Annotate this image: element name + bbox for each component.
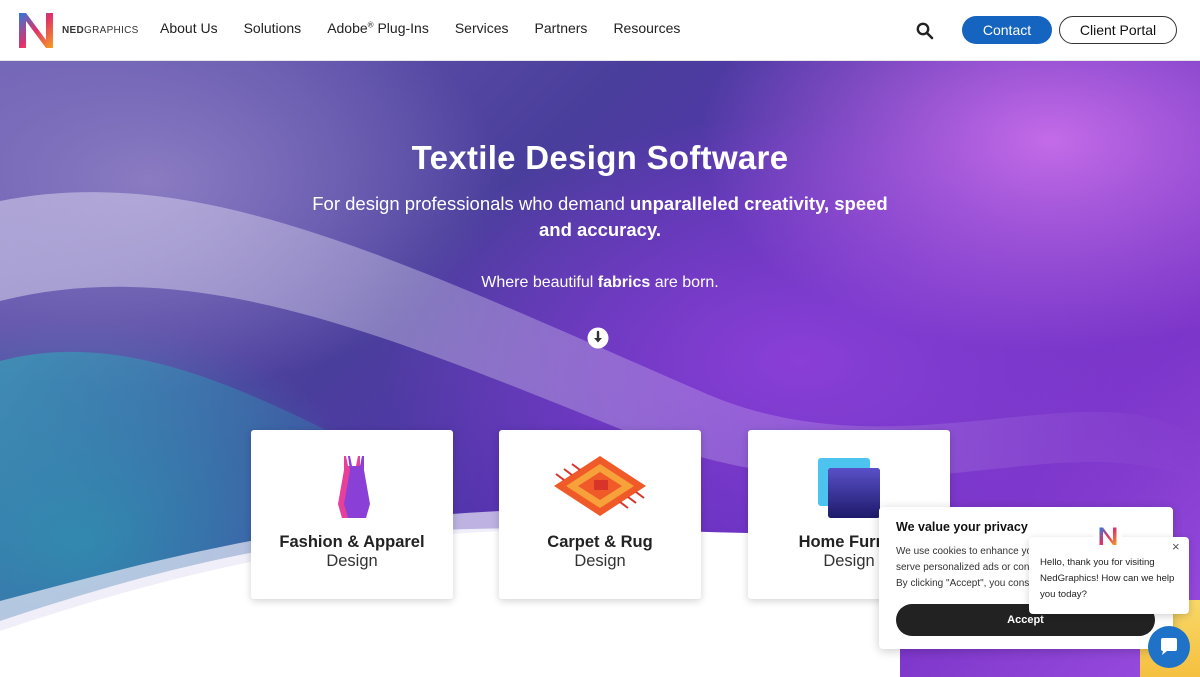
logo-mark-icon	[1099, 527, 1117, 545]
nav-adobe-plugins[interactable]: Adobe® Plug-Ins	[327, 20, 429, 36]
chat-message: Hello, thank you for visiting NedGraphic…	[1040, 557, 1175, 600]
card-subtitle: Design	[326, 552, 378, 570]
dress-icon	[338, 456, 370, 518]
contact-button[interactable]: Contact	[962, 16, 1052, 44]
close-icon[interactable]: ×	[1172, 540, 1184, 553]
pillow-icon	[818, 458, 880, 518]
chat-launcher-button[interactable]	[1148, 626, 1190, 668]
logo-text: NEDGRAPHICS	[62, 24, 139, 36]
logo-mark-icon	[19, 13, 53, 48]
nav-partners[interactable]: Partners	[535, 20, 588, 36]
scroll-down-icon[interactable]	[587, 327, 609, 349]
nav-services[interactable]: Services	[455, 20, 509, 36]
hero-title: Textile Design Software	[411, 139, 789, 176]
card-title: Carpet & Rug	[547, 533, 653, 551]
nedgraphics-logo[interactable]: NEDGRAPHICS	[16, 10, 139, 50]
nav-solutions[interactable]: Solutions	[244, 20, 302, 36]
chat-icon	[1161, 638, 1177, 655]
nav-resources[interactable]: Resources	[613, 20, 680, 36]
rug-icon	[554, 456, 646, 516]
card-carpet-rug[interactable]: Carpet & Rug Design	[499, 430, 701, 599]
client-portal-button[interactable]: Client Portal	[1059, 16, 1177, 44]
site-header: NEDGRAPHICS About Us Solutions Adobe® Pl…	[0, 0, 1200, 61]
card-title: Fashion & Apparel	[279, 533, 425, 551]
nav-about-us[interactable]: About Us	[160, 20, 218, 36]
privacy-title: We value your privacy	[896, 520, 1028, 534]
card-subtitle: Design	[574, 552, 626, 570]
main-nav: About Us Solutions Adobe® Plug-Ins Servi…	[160, 20, 680, 36]
hero-subtitle: For design professionals who demand unpa…	[312, 193, 888, 240]
card-fashion-apparel[interactable]: Fashion & Apparel Design	[251, 430, 453, 599]
search-icon[interactable]	[915, 21, 935, 41]
hero-tagline: Where beautiful fabrics are born.	[481, 274, 719, 291]
chat-agent-avatar	[1094, 522, 1122, 550]
